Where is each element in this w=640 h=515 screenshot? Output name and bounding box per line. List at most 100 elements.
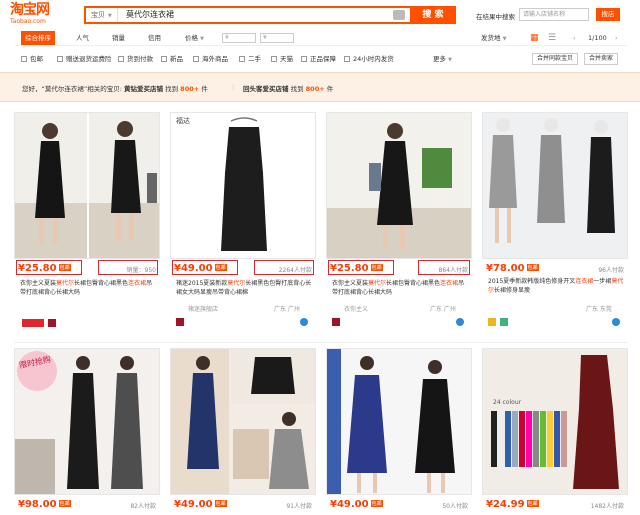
search-bar: 宝贝 ▼ 莫代尔连衣裙 搜 索: [84, 6, 456, 24]
product-card[interactable]: 限时抢购 ¥98.00 包邮 82人付款: [14, 348, 160, 515]
product-image[interactable]: 24 colour: [482, 348, 628, 495]
filter-24h-ship[interactable]: 24小时内发货: [344, 52, 394, 66]
related-text-1[interactable]: 您好，“莫代尔连衣裙”相关的宝贝: 黄钻爱买店铺 找到 800+ 件: [22, 83, 208, 93]
checkbox-icon: [193, 56, 199, 62]
filter-overseas[interactable]: 海外商品: [193, 52, 228, 66]
product-image[interactable]: [482, 112, 628, 259]
filter-free-shipping[interactable]: 包邮: [21, 52, 43, 66]
merge-sellers-button[interactable]: 合并卖家: [584, 53, 619, 65]
product-title-text: 2015夏季新款韩版纯色修身开叉连衣裙一步裙莫代尔长裙修身显瘦: [488, 278, 624, 294]
highlight-box: [254, 260, 314, 275]
product-card[interactable]: 24 colour ¥24.99 包邮 1482人付款: [482, 348, 628, 515]
paid-count: 96人付款: [598, 267, 624, 274]
shop-location: 广东 广州: [274, 306, 300, 313]
filter-label: 赠送退货运费险: [66, 55, 112, 63]
sort-popularity[interactable]: 人气: [76, 31, 89, 45]
taobao-logo[interactable]: 淘宝网 Taobao.com: [10, 3, 72, 27]
search-button[interactable]: 搜 索: [410, 6, 456, 24]
shop-name[interactable]: 褚迷旗舰店: [188, 304, 218, 313]
filter-return-insurance[interactable]: 赠送退货运费险: [57, 52, 112, 66]
camera-icon[interactable]: [393, 10, 405, 20]
related-shop-type: 黄钻爱买店铺: [124, 85, 164, 93]
related-unit: 件: [201, 85, 208, 93]
price-value: ¥78.00: [486, 263, 525, 274]
search-input[interactable]: 莫代尔连衣裙: [126, 8, 174, 22]
related-count: 800+: [305, 85, 325, 93]
next-page-icon[interactable]: ›: [615, 31, 618, 45]
logo-main: 淘宝网: [10, 2, 50, 18]
product-price: ¥49.00 包邮: [174, 499, 227, 510]
sort-default[interactable]: 综合排序: [21, 31, 55, 45]
product-image[interactable]: [326, 112, 472, 259]
checkbox-icon: [239, 56, 245, 62]
price-value: ¥24.99: [486, 499, 525, 510]
grid-view-icon[interactable]: ▦: [530, 31, 539, 45]
ship-from-select[interactable]: 发货地 ▼: [481, 31, 506, 45]
product-title[interactable]: 褚迷2015夏装新款莫代尔长裙黑色包臀打底背心长裙女大码显瘦吊带背心裙棉: [176, 279, 314, 297]
price-min-input[interactable]: ¥: [222, 33, 256, 43]
product-image[interactable]: [326, 348, 472, 495]
chat-icon[interactable]: [300, 318, 308, 326]
divider: |: [232, 83, 235, 91]
related-text-2[interactable]: 回头客爱买店铺 找到 800+ 件: [243, 83, 333, 93]
highlight-box: [328, 260, 394, 275]
related-prefix: 您好，“莫代尔连衣裙”相关的宝贝:: [22, 85, 122, 93]
product-price: ¥49.00 包邮: [330, 499, 383, 510]
checkbox-icon: [21, 56, 27, 62]
product-image[interactable]: 限时抢购: [14, 348, 160, 495]
product-title[interactable]: 衣你主义夏装莫代尔长裙包臀背心裙黑色连衣裙吊带打底裙背心长裙大码: [332, 279, 470, 297]
related-count: 800+: [180, 85, 200, 93]
product-image[interactable]: [170, 348, 316, 495]
filter-new[interactable]: 新品: [161, 52, 183, 66]
store-search-button[interactable]: 搜店: [596, 8, 620, 21]
shop-name[interactable]: 衣你主义: [344, 304, 368, 313]
price-value: ¥98.00: [18, 499, 57, 510]
merge-same-items-button[interactable]: 合并同款宝贝: [532, 53, 579, 65]
filter-genuine[interactable]: 正品保障: [301, 52, 336, 66]
product-title[interactable]: 2015夏季新款韩版纯色修身开叉连衣裙一步裙莫代尔长裙修身显瘦: [488, 277, 626, 295]
product-image[interactable]: 福达: [170, 112, 316, 259]
paid-count: 50人付款: [442, 503, 468, 510]
product-price: ¥98.00 包邮: [18, 499, 71, 510]
price-value: ¥49.00: [330, 499, 369, 510]
free-shipping-badge: 包邮: [214, 500, 227, 507]
row-divider: [14, 342, 628, 343]
filter-label: 包邮: [30, 55, 43, 63]
product-photo: [327, 113, 471, 258]
filter-label: 天猫: [280, 55, 293, 63]
search-category-tab[interactable]: 宝贝 ▼: [86, 8, 118, 22]
product-card[interactable]: ¥25.80 包邮 销量：950 衣你主义夏装莫代尔长裙包臀背心裙黑色连衣裙吊带打…: [14, 112, 160, 337]
sort-bar: 综合排序 人气 销量 信用 价格 ▼ ¥ ¥ 发货地 ▼ ▦ ☰ ‹ 1/100…: [15, 31, 627, 46]
filter-tmall[interactable]: 天猫: [271, 52, 293, 66]
price-max-input[interactable]: ¥: [260, 33, 294, 43]
store-search-label: 在结果中搜索: [476, 13, 515, 21]
filter-cod[interactable]: 货到付款: [118, 52, 153, 66]
sort-sales[interactable]: 销量: [112, 31, 125, 45]
highlight-box: [172, 260, 238, 275]
product-photo: [221, 117, 267, 251]
product-card[interactable]: ¥25.80 包邮 864人付款 衣你主义夏装莫代尔长裙包臀背心裙黑色连衣裙吊带打…: [326, 112, 472, 337]
shop-location: 广东 东莞: [586, 306, 612, 313]
chat-icon[interactable]: [612, 318, 620, 326]
chat-icon[interactable]: [456, 318, 464, 326]
filter-more-label: 更多: [433, 55, 446, 63]
product-card[interactable]: ¥49.00 包邮 91人付款: [170, 348, 316, 515]
filter-label: 货到付款: [127, 55, 153, 63]
checkbox-icon: [301, 56, 307, 62]
product-card[interactable]: ¥49.00 包邮 50人付款: [326, 348, 472, 515]
sort-price[interactable]: 价格 ▼: [185, 31, 204, 45]
product-card[interactable]: 福达 ¥49.00 包邮 2264人付款 褚迷2015夏装新款莫代尔长裙黑色包臀打…: [170, 112, 316, 337]
filter-more[interactable]: 更多 ▼: [433, 52, 452, 67]
filter-row: 包邮 赠送退货运费险 货到付款 新品 海外商品 二手 天猫 正品保障 24小时内…: [15, 52, 627, 66]
store-search-input[interactable]: 请输入店铺名称: [519, 8, 589, 21]
filter-secondhand[interactable]: 二手: [239, 52, 261, 66]
list-view-icon[interactable]: ☰: [548, 31, 556, 45]
product-card[interactable]: ¥78.00 包邮 96人付款 2015夏季新款韩版纯色修身开叉连衣裙一步裙莫代尔…: [482, 112, 628, 337]
heart-icon: [332, 318, 340, 326]
chevron-down-icon: ▼: [108, 13, 112, 19]
sort-credit[interactable]: 信用: [148, 31, 161, 45]
prev-page-icon[interactable]: ‹: [573, 31, 576, 45]
product-title[interactable]: 衣你主义夏装莫代尔长裙包臀背心裙黑色连衣裙吊带打底裙背心长裙大码: [20, 279, 158, 297]
product-photo: [327, 349, 471, 494]
product-image[interactable]: [14, 112, 160, 259]
